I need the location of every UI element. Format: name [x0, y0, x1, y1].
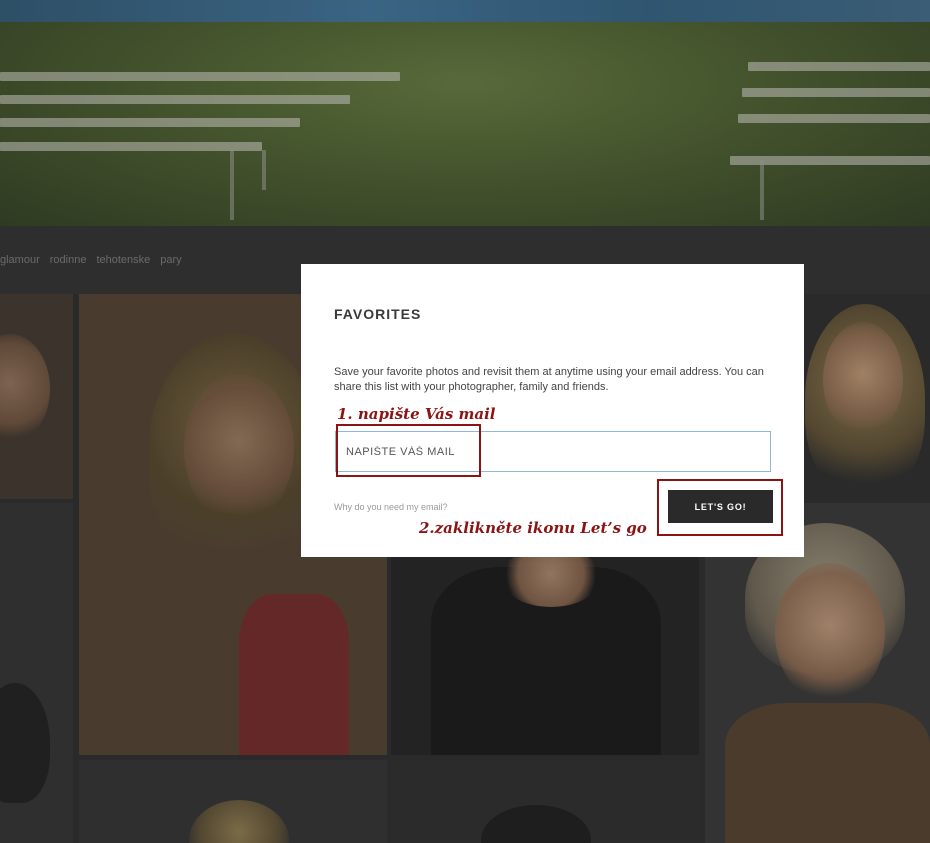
hero-bench — [0, 72, 400, 81]
why-email-link[interactable]: Why do you need my email? — [334, 502, 448, 512]
favorites-modal: FAVORITES Save your favorite photos and … — [301, 264, 804, 557]
gallery-photo[interactable] — [79, 760, 387, 843]
category-tehotenske[interactable]: tehotenske — [96, 254, 150, 266]
hero-bench — [738, 114, 930, 123]
photo-subject-face — [775, 563, 885, 703]
hero-bench — [742, 88, 930, 97]
photo-subject-dress — [725, 703, 930, 843]
modal-description: Save your favorite photos and revisit th… — [334, 366, 764, 393]
annotation-step-1: 1. napište Vás mail — [337, 405, 496, 423]
photo-subject-hair — [481, 805, 591, 843]
hero-image — [0, 0, 930, 226]
category-glamour[interactable]: glamour — [0, 254, 40, 266]
hero-bench — [748, 62, 930, 71]
gallery-photo[interactable] — [391, 557, 699, 755]
photo-subject-face — [823, 322, 903, 437]
hero-bench — [0, 95, 350, 104]
gallery-page: glamour rodinne tehotenske pary FAVORITE… — [0, 0, 930, 843]
annotation-highlight-button — [657, 479, 783, 536]
hero-bench-leg — [262, 150, 266, 190]
hero-sea — [0, 0, 930, 22]
annotation-step-2: 2.zaklikněte ikonu Let’s go — [419, 519, 647, 537]
photo-subject — [0, 683, 50, 803]
hero-bench — [0, 118, 300, 127]
hero-bench-leg — [760, 160, 764, 220]
category-rodinne[interactable]: rodinne — [50, 254, 87, 266]
category-list: glamour rodinne tehotenske pary — [0, 254, 182, 266]
hero-bench — [0, 142, 262, 151]
annotation-highlight-email — [336, 424, 481, 477]
photo-subject-hair — [189, 800, 289, 843]
modal-title: FAVORITES — [334, 306, 422, 322]
gallery-photo[interactable] — [0, 294, 73, 499]
category-pary[interactable]: pary — [160, 254, 181, 266]
hero-bench-leg — [230, 150, 234, 220]
gallery-photo[interactable] — [391, 760, 699, 843]
gallery-photo[interactable] — [0, 503, 73, 843]
